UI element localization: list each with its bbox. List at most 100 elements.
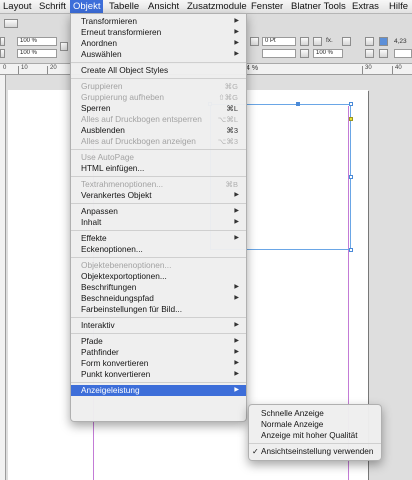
menu-item-label: Objektexportoptionen... (81, 271, 167, 281)
menu-tabelle[interactable]: Tabelle (106, 0, 142, 14)
menu-item-label: Create All Object Styles (81, 65, 169, 75)
menu-item-anpassen[interactable]: Anpassen ▶ (71, 206, 246, 217)
submenu-item-label: Anzeige mit hoher Qualität (261, 431, 358, 440)
menu-item-label: Pfade (81, 336, 103, 346)
submenu-arrow-icon: ▶ (234, 29, 239, 35)
menu-item-label: Auswählen (81, 49, 122, 59)
vertical-ruler (0, 75, 6, 480)
menu-item-gruppieren: Gruppieren ⌘G (71, 81, 246, 92)
ruler-label: 0 (3, 65, 7, 71)
menu-objekt[interactable]: Objekt (70, 0, 104, 14)
stroke-icon[interactable] (250, 37, 259, 46)
menu-item-pathfinder[interactable]: Pathfinder ▶ (71, 347, 246, 358)
menu-separator (71, 176, 246, 177)
fill-icon[interactable] (313, 37, 322, 46)
opacity-icon[interactable] (300, 49, 309, 58)
frame-handle[interactable] (349, 175, 353, 179)
submenu-arrow-icon: ▶ (234, 338, 239, 344)
ruler-tick (47, 66, 48, 74)
zoom-fragment: 4 % (246, 65, 259, 72)
menu-item-auswählen[interactable]: Auswählen ▶ (71, 49, 246, 60)
menu-item-html-einfügen[interactable]: HTML einfügen... (71, 163, 246, 174)
menu-item-label: Interaktiv (81, 320, 115, 330)
menu-item-anzeigeleistung[interactable]: Anzeigeleistung ▶ (71, 385, 246, 396)
menu-fenster[interactable]: Fenster (248, 0, 286, 14)
fit-icon[interactable] (300, 37, 309, 46)
menu-item-sperren[interactable]: Sperren ⌘L (71, 103, 246, 114)
anzeigeleistung-submenu: Schnelle Anzeige Normale Anzeige Anzeige m… (248, 404, 382, 461)
menu-item-effekte[interactable]: Effekte ▶ (71, 233, 246, 244)
submenu-arrow-icon: ▶ (234, 18, 239, 24)
scale-x-field[interactable]: 100 % (17, 37, 57, 46)
menu-item-shortcut: ⌥⌘L (217, 115, 238, 124)
menu-hilfe[interactable]: Hilfe (386, 0, 411, 14)
menu-item-inhalt[interactable]: Inhalt ▶ (71, 217, 246, 228)
menu-item-pfade[interactable]: Pfade ▶ (71, 336, 246, 347)
distribute-icon[interactable] (365, 49, 374, 58)
menu-zusatzmodule[interactable]: Zusatzmodule (184, 0, 250, 14)
menu-separator (71, 62, 246, 63)
menu-item-erneut-transformieren[interactable]: Erneut transformieren ▶ (71, 27, 246, 38)
menu-item-eckenoptionen[interactable]: Eckenoptionen... (71, 244, 246, 255)
scale-y-field[interactable]: 100 % (17, 49, 57, 58)
menu-ansicht[interactable]: Ansicht (145, 0, 182, 14)
effects-fx-icon[interactable]: fx. (326, 37, 333, 44)
submenu-arrow-icon: ▶ (234, 360, 239, 366)
menu-item-verankertes-objekt[interactable]: Verankertes Objekt ▶ (71, 190, 246, 201)
submenu-item-anzeige-mit-hoher-qualität[interactable]: Anzeige mit hoher Qualität (249, 430, 381, 441)
menu-item-form-konvertieren[interactable]: Form konvertieren ▶ (71, 358, 246, 369)
frame-handle[interactable] (349, 248, 353, 252)
submenu-item-label: Normale Anzeige (261, 420, 324, 429)
ruler-label: 10 (21, 65, 28, 71)
menu-item-label: Objektebenenoptionen... (81, 260, 172, 270)
menu-item-transformieren[interactable]: Transformieren ▶ (71, 16, 246, 27)
width-stepper-icon[interactable] (0, 37, 5, 46)
menu-item-interaktiv[interactable]: Interaktiv ▶ (71, 320, 246, 331)
ruler-tick (18, 66, 19, 74)
menu-item-label: Anordnen (81, 38, 117, 48)
frame-handle[interactable] (296, 102, 300, 106)
submenu-item-schnelle-anzeige[interactable]: Schnelle Anzeige (249, 408, 381, 419)
menu-item-beschneidungspfad[interactable]: Beschneidungspfad ▶ (71, 293, 246, 304)
menu-item-label: Eckenoptionen... (81, 244, 143, 254)
menu-item-label: Beschriftungen (81, 282, 137, 292)
panel-options-icon[interactable] (4, 19, 18, 28)
menu-item-anordnen[interactable]: Anordnen ▶ (71, 38, 246, 49)
align-icon[interactable] (365, 37, 374, 46)
submenu-arrow-icon: ▶ (234, 51, 239, 57)
submenu-item-normale-anzeige[interactable]: Normale Anzeige (249, 419, 381, 430)
menu-item-ausblenden[interactable]: Ausblenden ⌘3 (71, 125, 246, 136)
menu-item-punkt-konvertieren[interactable]: Punkt konvertieren ▶ (71, 369, 246, 380)
menu-item-farbeinstellungen-für-bild[interactable]: Farbeinstellungen für Bild... (71, 304, 246, 315)
frame-handle[interactable] (349, 102, 353, 106)
submenu-item-ansichtseinstellung-verwenden[interactable]: ✓ Ansichtseinstellung verwenden (249, 446, 381, 457)
menu-item-label: Effekte (81, 233, 107, 243)
column-icon[interactable] (379, 49, 388, 58)
menu-item-label: Transformieren (81, 16, 137, 26)
menu-item-label: HTML einfügen... (81, 163, 145, 173)
chain-icon[interactable] (60, 42, 68, 51)
menu-layout[interactable]: Layout (0, 0, 35, 14)
menu-separator (71, 149, 246, 150)
menu-item-label: Anzeigeleistung (81, 385, 140, 395)
height-stepper-icon[interactable] (0, 49, 5, 58)
menu-item-label: Verankertes Objekt (81, 190, 152, 200)
gutter-field[interactable] (394, 49, 412, 58)
menu-schrift[interactable]: Schrift (36, 0, 69, 14)
menu-bar: Layout Schrift Objekt Tabelle Ansicht Zu… (0, 0, 412, 14)
menu-item-use-autopage: Use AutoPage (71, 152, 246, 163)
menu-item-beschriftungen[interactable]: Beschriftungen ▶ (71, 282, 246, 293)
grid-icon[interactable] (379, 37, 388, 46)
frame-fitting-icon[interactable] (342, 37, 351, 46)
menu-item-label: Beschneidungspfad (81, 293, 154, 303)
menu-item-objektexportoptionen[interactable]: Objektexportoptionen... (71, 271, 246, 282)
menu-item-alles-auf-druckbogen-entsperren: Alles auf Druckbogen entsperren ⌥⌘L (71, 114, 246, 125)
frame-handle[interactable] (349, 117, 353, 121)
menu-blatner-tools[interactable]: Blatner Tools (288, 0, 349, 14)
stroke-style-field[interactable] (262, 49, 296, 58)
submenu-arrow-icon: ▶ (234, 40, 239, 46)
stroke-weight-field[interactable]: 0 Pt (262, 37, 296, 46)
opacity-field[interactable]: 100 % (313, 49, 343, 58)
menu-extras[interactable]: Extras (349, 0, 382, 14)
menu-item-create-all-object-styles[interactable]: Create All Object Styles (71, 65, 246, 76)
